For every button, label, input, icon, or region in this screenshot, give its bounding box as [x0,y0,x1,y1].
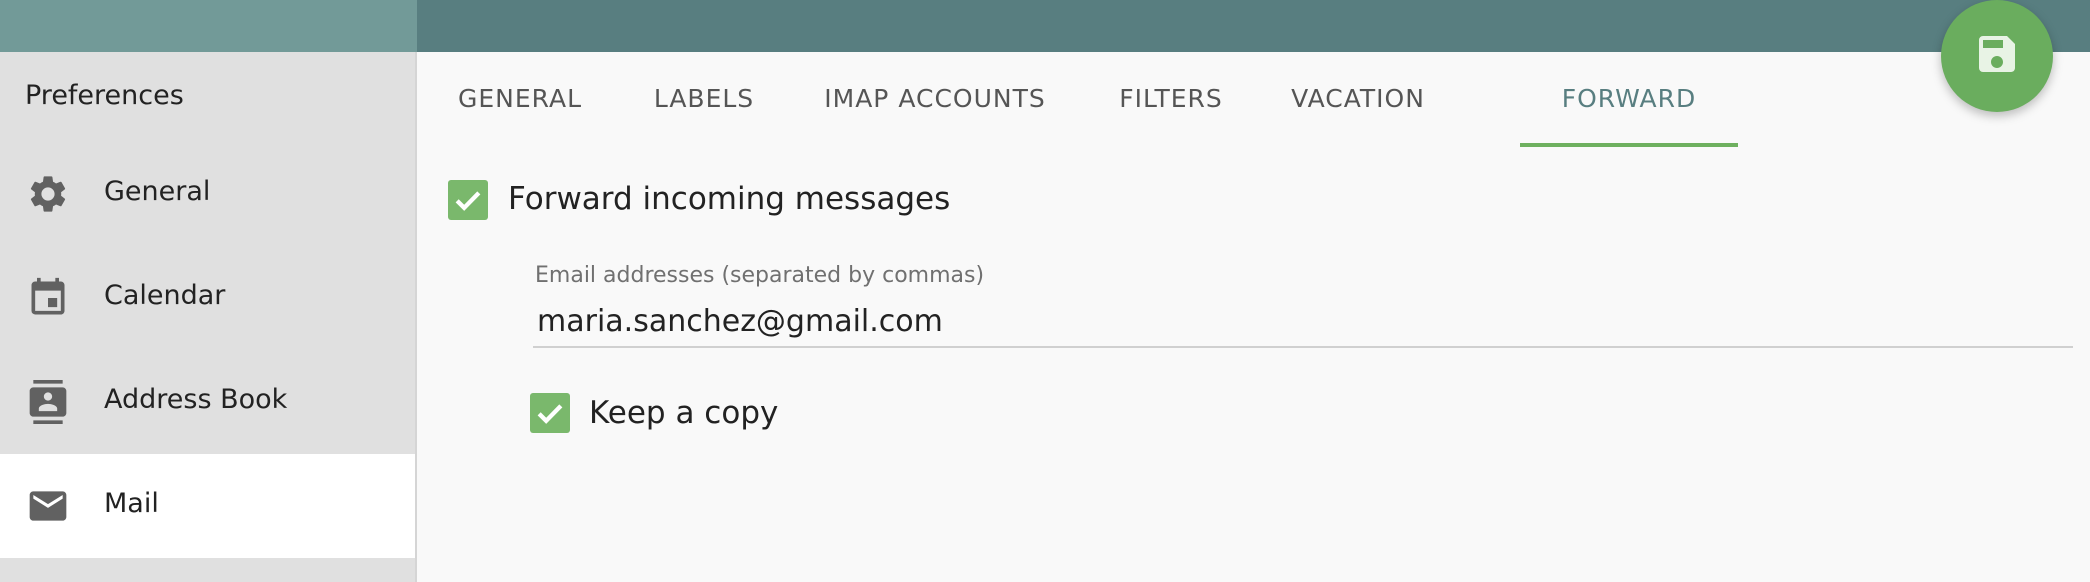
tab-general[interactable]: GENERAL [417,52,623,148]
tab-forward[interactable]: FORWARD [1520,52,1738,148]
sidebar-item-address-book[interactable]: Address Book [0,350,415,454]
sidebar-item-calendar[interactable]: Calendar [0,246,415,350]
email-addresses-label: Email addresses (separated by commas) [535,263,985,288]
sidebar-item-label: Address Book [104,384,288,415]
forward-incoming-checkbox[interactable] [448,180,488,220]
active-tab-indicator [1520,143,1738,147]
sidebar-item-label: Mail [104,488,159,519]
save-button[interactable] [1941,0,2053,112]
mail-icon [26,484,70,528]
sidebar-item-label: Calendar [104,280,226,311]
forward-incoming-label: Forward incoming messages [508,181,951,217]
preferences-sidebar: Preferences General Calendar Address Boo… [0,52,417,582]
email-addresses-input[interactable] [533,296,2073,348]
sidebar-item-mail[interactable]: Mail [0,454,415,558]
keep-copy-label: Keep a copy [589,395,779,431]
tab-filters[interactable]: FILTERS [1085,52,1257,148]
sidebar-title: Preferences [25,80,184,111]
tab-vacation[interactable]: VACATION [1257,52,1459,148]
tab-labels[interactable]: LABELS [623,52,785,148]
sidebar-header-bar [0,0,417,52]
tab-imap-accounts[interactable]: IMAP ACCOUNTS [785,52,1085,148]
checkmark-icon [537,404,563,424]
calendar-icon [26,276,70,320]
gear-icon [26,172,70,216]
save-icon [1979,36,2015,72]
top-app-bar [417,0,2090,52]
sidebar-item-label: General [104,176,211,207]
checkmark-icon [455,191,481,211]
sidebar-item-general[interactable]: General [0,142,415,246]
mail-preferences-tabs: GENERAL LABELS IMAP ACCOUNTS FILTERS VAC… [417,52,2090,148]
contact-card-icon [26,380,70,424]
keep-copy-checkbox[interactable] [530,393,570,433]
